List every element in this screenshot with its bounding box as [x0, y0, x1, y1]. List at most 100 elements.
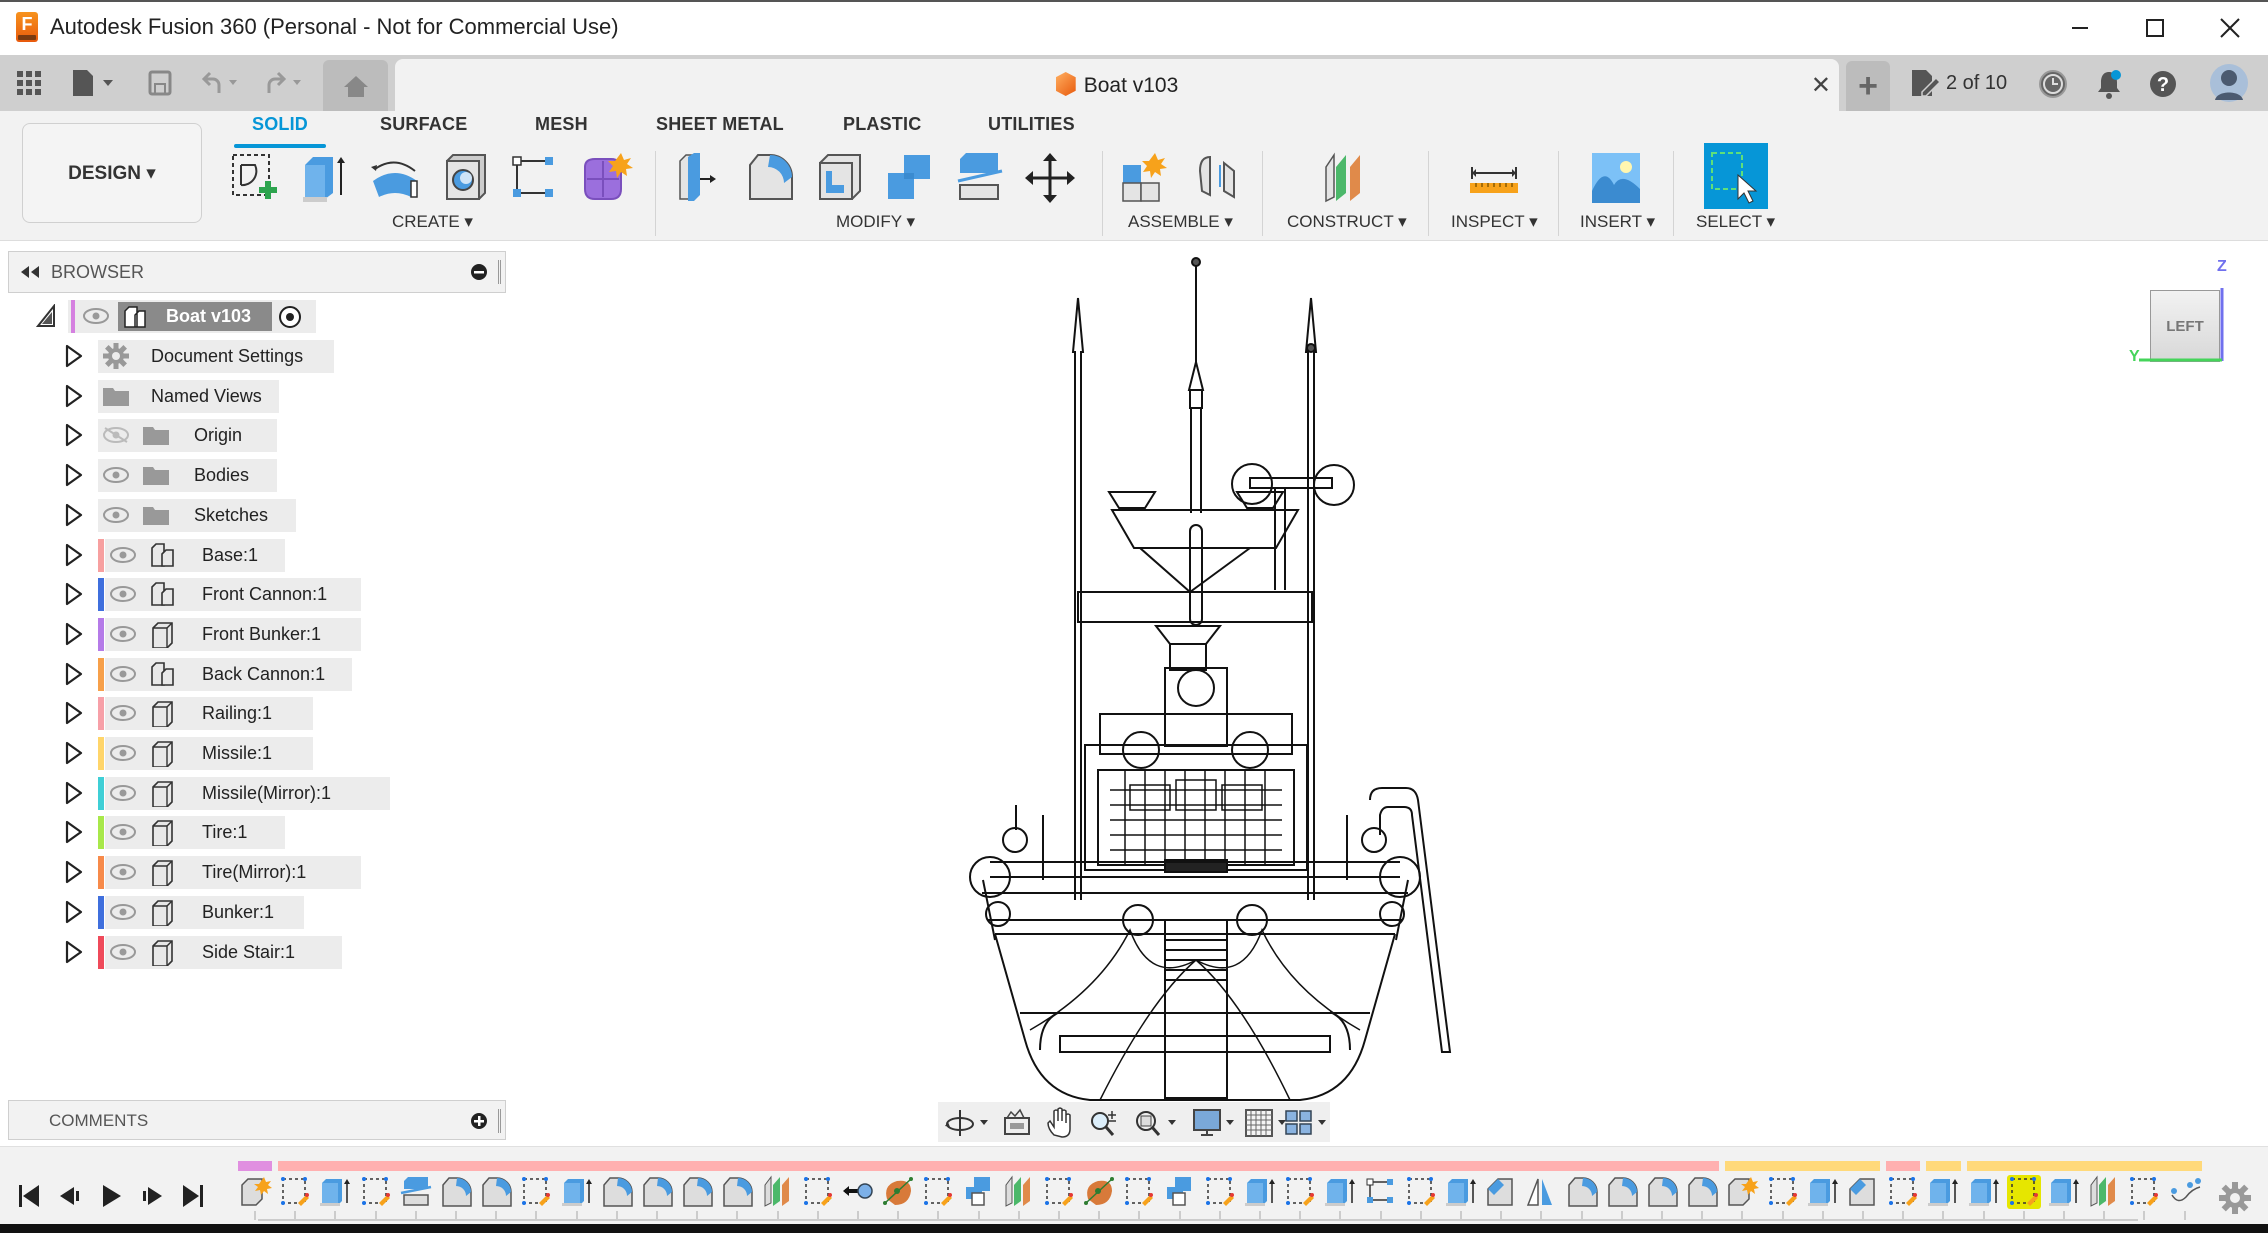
timeline-feature-mirror[interactable] — [1524, 1175, 1558, 1209]
inspect-menu[interactable]: INSPECT ▾ — [1451, 212, 1538, 232]
timeline-feature-fillet[interactable] — [680, 1175, 714, 1209]
timeline-feature-fillet[interactable] — [1605, 1175, 1639, 1209]
help-button[interactable]: ? — [2146, 67, 2180, 101]
timeline-feature-component[interactable] — [238, 1175, 272, 1209]
root-component-chip[interactable]: Boat v103 — [118, 302, 272, 331]
timeline-feature-component[interactable] — [1725, 1175, 1760, 1209]
redo-button[interactable] — [262, 65, 312, 101]
tab-surface[interactable]: SURFACE — [380, 114, 467, 135]
timeline-settings-icon[interactable] — [2218, 1181, 2252, 1215]
timeline-feature-sketch[interactable] — [1283, 1175, 1317, 1209]
minimize-button[interactable] — [2050, 8, 2110, 48]
user-avatar[interactable] — [2208, 61, 2250, 105]
expand-caret-icon[interactable] — [64, 939, 84, 965]
close-tab-button[interactable]: ✕ — [1811, 71, 1831, 100]
timeline-feature-split[interactable] — [399, 1175, 433, 1209]
shell-button[interactable] — [812, 149, 868, 207]
timeline-feature-plane[interactable] — [2087, 1175, 2121, 1209]
timeline-feature-sketch[interactable] — [1122, 1175, 1156, 1209]
home-button[interactable] — [323, 60, 388, 111]
timeline-first-button[interactable] — [14, 1181, 44, 1211]
new-tab-button[interactable]: + — [1846, 61, 1890, 111]
timeline-feature-fillet[interactable] — [720, 1175, 754, 1209]
workspace-switcher[interactable]: DESIGN ▾ — [22, 123, 202, 223]
timeline-feature-sketch[interactable] — [1203, 1175, 1237, 1209]
expand-caret-icon[interactable] — [64, 819, 84, 845]
expand-caret-icon[interactable] — [64, 502, 84, 528]
timeline-feature-extrude[interactable] — [1967, 1175, 2001, 1209]
select-menu[interactable]: SELECT ▾ — [1696, 212, 1775, 232]
timeline-feature-sketch[interactable] — [1886, 1175, 1920, 1209]
expand-caret-icon[interactable] — [64, 462, 84, 488]
split-body-button[interactable] — [952, 149, 1008, 207]
timeline-feature-extrude[interactable] — [1243, 1175, 1277, 1209]
offset-plane-button[interactable] — [1318, 149, 1374, 207]
rectangular-pattern-button[interactable] — [507, 149, 563, 207]
display-settings-icon[interactable] — [1192, 1107, 1240, 1139]
notifications-button[interactable] — [2092, 67, 2126, 101]
timeline-feature-fillet[interactable] — [1565, 1175, 1599, 1209]
eye-icon[interactable] — [102, 466, 130, 489]
timeline-feature-sketch[interactable] — [1404, 1175, 1438, 1209]
timeline-play-button[interactable] — [96, 1181, 126, 1211]
extrude-button[interactable] — [297, 149, 353, 207]
browser-minimize-icon[interactable] — [470, 263, 488, 281]
press-pull-button[interactable] — [672, 149, 728, 207]
undo-button[interactable] — [198, 65, 248, 101]
browser-pin-handle[interactable] — [498, 260, 501, 284]
timeline-last-button[interactable] — [178, 1181, 208, 1211]
timeline-feature-sketch[interactable] — [278, 1175, 312, 1209]
timeline-feature-sketch[interactable] — [801, 1175, 835, 1209]
tab-mesh[interactable]: MESH — [535, 114, 588, 135]
eye-icon[interactable] — [109, 744, 137, 767]
file-menu-button[interactable] — [66, 65, 121, 101]
collapse-triangle-icon[interactable] — [36, 304, 56, 328]
timeline-feature-sketch[interactable] — [921, 1175, 955, 1209]
eye-icon[interactable] — [109, 943, 137, 966]
timeline-feature-form[interactable] — [1082, 1175, 1116, 1209]
eye-icon[interactable] — [109, 546, 137, 569]
timeline-feature-combine[interactable] — [962, 1175, 996, 1209]
document-tab[interactable]: Boat v103 ✕ — [395, 59, 1839, 111]
timeline-feature-fillet[interactable] — [600, 1175, 634, 1209]
timeline-feature-extrude[interactable] — [318, 1175, 352, 1209]
timeline-feature-plane[interactable] — [1002, 1175, 1036, 1209]
timeline-previous-button[interactable] — [55, 1181, 85, 1211]
expand-caret-icon[interactable] — [64, 621, 84, 647]
timeline-feature-chamfer[interactable] — [1484, 1175, 1518, 1209]
orbit-icon[interactable] — [944, 1108, 992, 1138]
timeline-feature-extrude[interactable] — [1926, 1175, 1960, 1209]
move-copy-button[interactable] — [1022, 149, 1078, 207]
expand-caret-icon[interactable] — [64, 542, 84, 568]
joint-button[interactable] — [1190, 149, 1246, 207]
new-component-button[interactable] — [1118, 149, 1174, 207]
create-form-button[interactable] — [577, 149, 633, 207]
timeline-feature-sketch[interactable] — [359, 1175, 393, 1209]
expand-caret-icon[interactable] — [64, 859, 84, 885]
hole-button[interactable] — [437, 149, 493, 207]
eye-icon[interactable] — [109, 903, 137, 926]
timeline-feature-extrude[interactable] — [2047, 1175, 2081, 1209]
insert-canvas-button[interactable] — [1588, 149, 1644, 207]
create-sketch-button[interactable] — [227, 149, 283, 207]
expand-caret-icon[interactable] — [64, 899, 84, 925]
eye-icon[interactable] — [109, 704, 137, 727]
eye-icon[interactable] — [109, 585, 137, 608]
history-button[interactable] — [2036, 67, 2070, 101]
collapse-browser-icon[interactable] — [19, 264, 41, 280]
timeline-feature-fillet[interactable] — [640, 1175, 674, 1209]
expand-caret-icon[interactable] — [64, 343, 84, 369]
timeline-feature-extrude[interactable] — [1323, 1175, 1357, 1209]
job-status-button[interactable]: 2 of 10 — [1910, 68, 2007, 98]
timeline-feature-form[interactable] — [881, 1175, 915, 1209]
timeline-feature-sketch[interactable] — [2127, 1175, 2161, 1209]
timeline-feature-extrude[interactable] — [1444, 1175, 1478, 1209]
combine-button[interactable] — [882, 149, 938, 207]
timeline-feature-fillet[interactable] — [1645, 1175, 1679, 1209]
assemble-menu[interactable]: ASSEMBLE ▾ — [1128, 212, 1233, 232]
timeline-feature-combine[interactable] — [1163, 1175, 1197, 1209]
create-menu[interactable]: CREATE ▾ — [392, 212, 473, 232]
measure-button[interactable] — [1466, 149, 1522, 207]
activate-radio-icon[interactable] — [278, 305, 302, 329]
zoom-icon[interactable] — [1088, 1107, 1120, 1139]
